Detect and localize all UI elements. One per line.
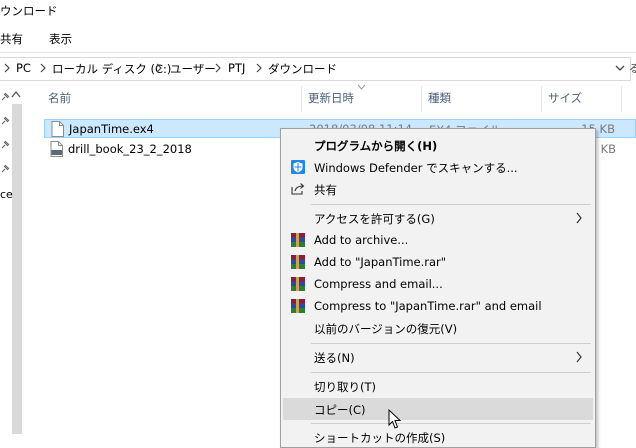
breadcrumb-chevron-icon[interactable] bbox=[40, 63, 46, 73]
breadcrumb-pc[interactable]: PC bbox=[16, 61, 31, 75]
ribbon-tab-share[interactable]: 共有 bbox=[0, 31, 23, 47]
address-bar[interactable]: PC ローカル ディスク (C:) ユーザー PTJ ダウンロード る bbox=[0, 57, 636, 81]
menu-item-label: Add to "JapanTime.rar" bbox=[314, 255, 447, 269]
sort-caret-icon bbox=[357, 84, 366, 90]
nav-item-fragment[interactable]: ce bbox=[0, 188, 13, 201]
breadcrumb-chevron-icon[interactable] bbox=[256, 63, 262, 73]
winrar-icon bbox=[291, 277, 305, 291]
ribbon-divider bbox=[0, 52, 636, 53]
pin-icon bbox=[1, 164, 10, 173]
menu-item-label: 以前のバージョンの復元(V) bbox=[314, 322, 458, 336]
menu-item-give-access[interactable]: アクセスを許可する(G) bbox=[283, 207, 593, 229]
column-divider[interactable] bbox=[621, 86, 622, 112]
breadcrumb-chevron-icon[interactable] bbox=[215, 63, 221, 73]
breadcrumb-local-disk[interactable]: ローカル ディスク (C:) bbox=[52, 61, 171, 77]
menu-item-compress-email[interactable]: Compress and email... bbox=[283, 273, 593, 295]
context-menu[interactable]: プログラムから開く(H) Windows Defender でスキャンする...… bbox=[280, 128, 596, 448]
winrar-icon bbox=[291, 255, 305, 269]
address-refresh-fragment[interactable]: る bbox=[629, 60, 636, 76]
menu-item-label: Compress and email... bbox=[314, 277, 443, 291]
menu-item-compress-rar-email[interactable]: Compress to "JapanTime.rar" and email bbox=[283, 295, 593, 317]
menu-item-cut[interactable]: 切り取り(T) bbox=[283, 375, 593, 397]
menu-item-label: Add to archive... bbox=[314, 233, 409, 247]
menu-item-open-with[interactable]: プログラムから開く(H) bbox=[283, 134, 593, 156]
pin-icon bbox=[1, 92, 10, 101]
column-divider[interactable] bbox=[421, 86, 422, 112]
scroll-up-icon[interactable] bbox=[11, 90, 21, 98]
address-dropdown-icon[interactable] bbox=[613, 62, 627, 74]
window-title: ウンロード bbox=[0, 4, 58, 18]
column-header-date[interactable]: 更新日時 bbox=[308, 90, 354, 106]
breadcrumb-users[interactable]: ユーザー bbox=[170, 61, 216, 77]
menu-item-create-shortcut[interactable]: ショートカットの作成(S) bbox=[283, 426, 593, 448]
breadcrumb-chevron-icon[interactable] bbox=[156, 63, 162, 73]
menu-item-label: ショートカットの作成(S) bbox=[314, 431, 446, 445]
defender-shield-icon bbox=[291, 160, 305, 174]
menu-separator bbox=[311, 372, 591, 373]
menu-item-label: コピー(C) bbox=[314, 403, 366, 417]
mouse-cursor-icon bbox=[388, 409, 402, 429]
menu-item-label: Windows Defender でスキャンする... bbox=[314, 161, 518, 175]
share-icon bbox=[291, 183, 305, 195]
breadcrumb-ptj[interactable]: PTJ bbox=[228, 61, 245, 75]
menu-item-copy[interactable]: コピー(C) bbox=[283, 398, 593, 420]
column-header-name[interactable]: 名前 bbox=[48, 90, 71, 106]
pin-icon bbox=[1, 116, 10, 125]
menu-item-label: プログラムから開く(H) bbox=[314, 139, 438, 153]
menu-item-label: 切り取り(T) bbox=[314, 380, 376, 394]
pdf-file-icon bbox=[50, 141, 63, 157]
navigation-pane[interactable]: ce bbox=[0, 84, 29, 436]
menu-separator bbox=[311, 204, 591, 205]
file-name[interactable]: JapanTime.ex4 bbox=[69, 122, 154, 136]
column-divider[interactable] bbox=[541, 86, 542, 112]
submenu-arrow-icon bbox=[576, 212, 582, 224]
menu-item-label: 共有 bbox=[314, 183, 337, 197]
menu-item-send-to[interactable]: 送る(N) bbox=[283, 346, 593, 368]
menu-item-label: Compress to "JapanTime.rar" and email bbox=[314, 299, 542, 313]
menu-item-label: 送る(N) bbox=[314, 351, 355, 365]
menu-item-add-to-archive[interactable]: Add to archive... bbox=[283, 229, 593, 251]
submenu-arrow-icon bbox=[576, 351, 582, 363]
menu-separator bbox=[311, 423, 591, 424]
winrar-icon bbox=[291, 233, 305, 247]
menu-item-add-to-rar[interactable]: Add to "JapanTime.rar" bbox=[283, 251, 593, 273]
column-header-type[interactable]: 種類 bbox=[428, 90, 451, 106]
breadcrumb-chevron-icon[interactable] bbox=[4, 63, 10, 73]
menu-item-restore-previous[interactable]: 以前のバージョンの復元(V) bbox=[283, 317, 593, 339]
blank-file-icon bbox=[51, 121, 64, 137]
pin-icon bbox=[1, 140, 10, 149]
menu-item-label: アクセスを許可する(G) bbox=[314, 212, 435, 226]
winrar-icon bbox=[291, 299, 305, 313]
nav-scrollbar[interactable] bbox=[12, 104, 22, 434]
file-name[interactable]: drill_book_23_2_2018 bbox=[68, 142, 192, 156]
column-divider[interactable] bbox=[301, 86, 302, 112]
menu-item-share[interactable]: 共有 bbox=[283, 178, 593, 200]
menu-item-defender-scan[interactable]: Windows Defender でスキャンする... bbox=[283, 156, 593, 178]
ribbon-tab-view[interactable]: 表示 bbox=[49, 31, 72, 47]
breadcrumb-downloads[interactable]: ダウンロード bbox=[268, 61, 337, 77]
column-header-size[interactable]: サイズ bbox=[548, 90, 582, 106]
menu-separator bbox=[311, 343, 591, 344]
